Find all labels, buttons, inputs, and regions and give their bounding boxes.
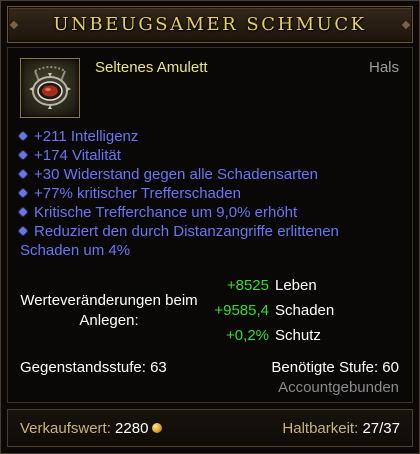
affix-item: +77% kritischer Trefferschaden	[18, 184, 400, 203]
item-type: Seltenes Amulett	[95, 59, 208, 76]
header-ornament-left	[9, 20, 19, 30]
required-level: Benötigte Stufe: 60	[271, 359, 399, 376]
item-level: Gegenstandsstufe: 63	[20, 359, 167, 376]
stat-change-label: Werteveränderungen beim Anlegen:	[20, 292, 198, 329]
binding-status: Accountgebunden	[278, 379, 399, 396]
durability-label: Haltbarkeit:	[282, 420, 359, 437]
stat-change-row: +0,2% Schutz	[201, 325, 401, 347]
stat-delta: +8525	[226, 277, 269, 294]
affix-list: +211 Intelligenz +174 Vitalität +30 Wide…	[18, 127, 400, 260]
stat-name: Schutz	[275, 327, 321, 344]
affix-item: +211 Intelligenz	[18, 127, 400, 146]
gold-coin-icon	[152, 423, 163, 433]
sell-value: Verkaufswert: 2280	[20, 420, 163, 437]
affix-bullet-icon	[18, 169, 28, 179]
affix-bullet-icon	[18, 150, 28, 160]
affix-bullet-icon	[18, 188, 28, 198]
item-slot: Hals	[368, 59, 399, 76]
sell-value-label: Verkaufswert:	[20, 420, 111, 437]
header-ornament-right	[401, 20, 411, 30]
item-name: UNBEUGSAMER SCHMUCK	[53, 14, 367, 35]
affix-item: +30 Widerstand gegen alle Schadensarten	[18, 165, 400, 184]
affix-item: Reduziert den durch Distanzangriffe erli…	[18, 223, 339, 259]
stat-name: Leben	[275, 277, 317, 294]
sell-value-amount: 2280	[115, 420, 149, 437]
durability: Haltbarkeit: 27/37	[282, 420, 400, 437]
stat-change-row: +9585,4 Schaden	[201, 300, 401, 322]
affix-item: Kritische Trefferchance um 9,0% erhöht	[18, 203, 400, 222]
stat-change-row: +8525 Leben	[201, 275, 401, 297]
affix-bullet-icon	[18, 131, 28, 141]
stat-delta: +9585,4	[214, 302, 269, 319]
durability-value: 27/37	[362, 420, 400, 437]
tooltip-header: UNBEUGSAMER SCHMUCK	[7, 6, 413, 43]
stat-name: Schaden	[275, 302, 335, 319]
affix-item: +174 Vitalität	[18, 146, 400, 165]
item-tooltip: UNBEUGSAMER SCHMUCK Seltenes Amulett Hal…	[0, 0, 420, 454]
tooltip-footer: Verkaufswert: 2280 Haltbarkeit: 27/37	[7, 409, 413, 447]
amulet-icon	[20, 58, 80, 118]
stat-delta: +0,2%	[226, 327, 269, 344]
affix-bullet-icon	[18, 226, 28, 236]
affix-bullet-icon	[18, 207, 28, 217]
